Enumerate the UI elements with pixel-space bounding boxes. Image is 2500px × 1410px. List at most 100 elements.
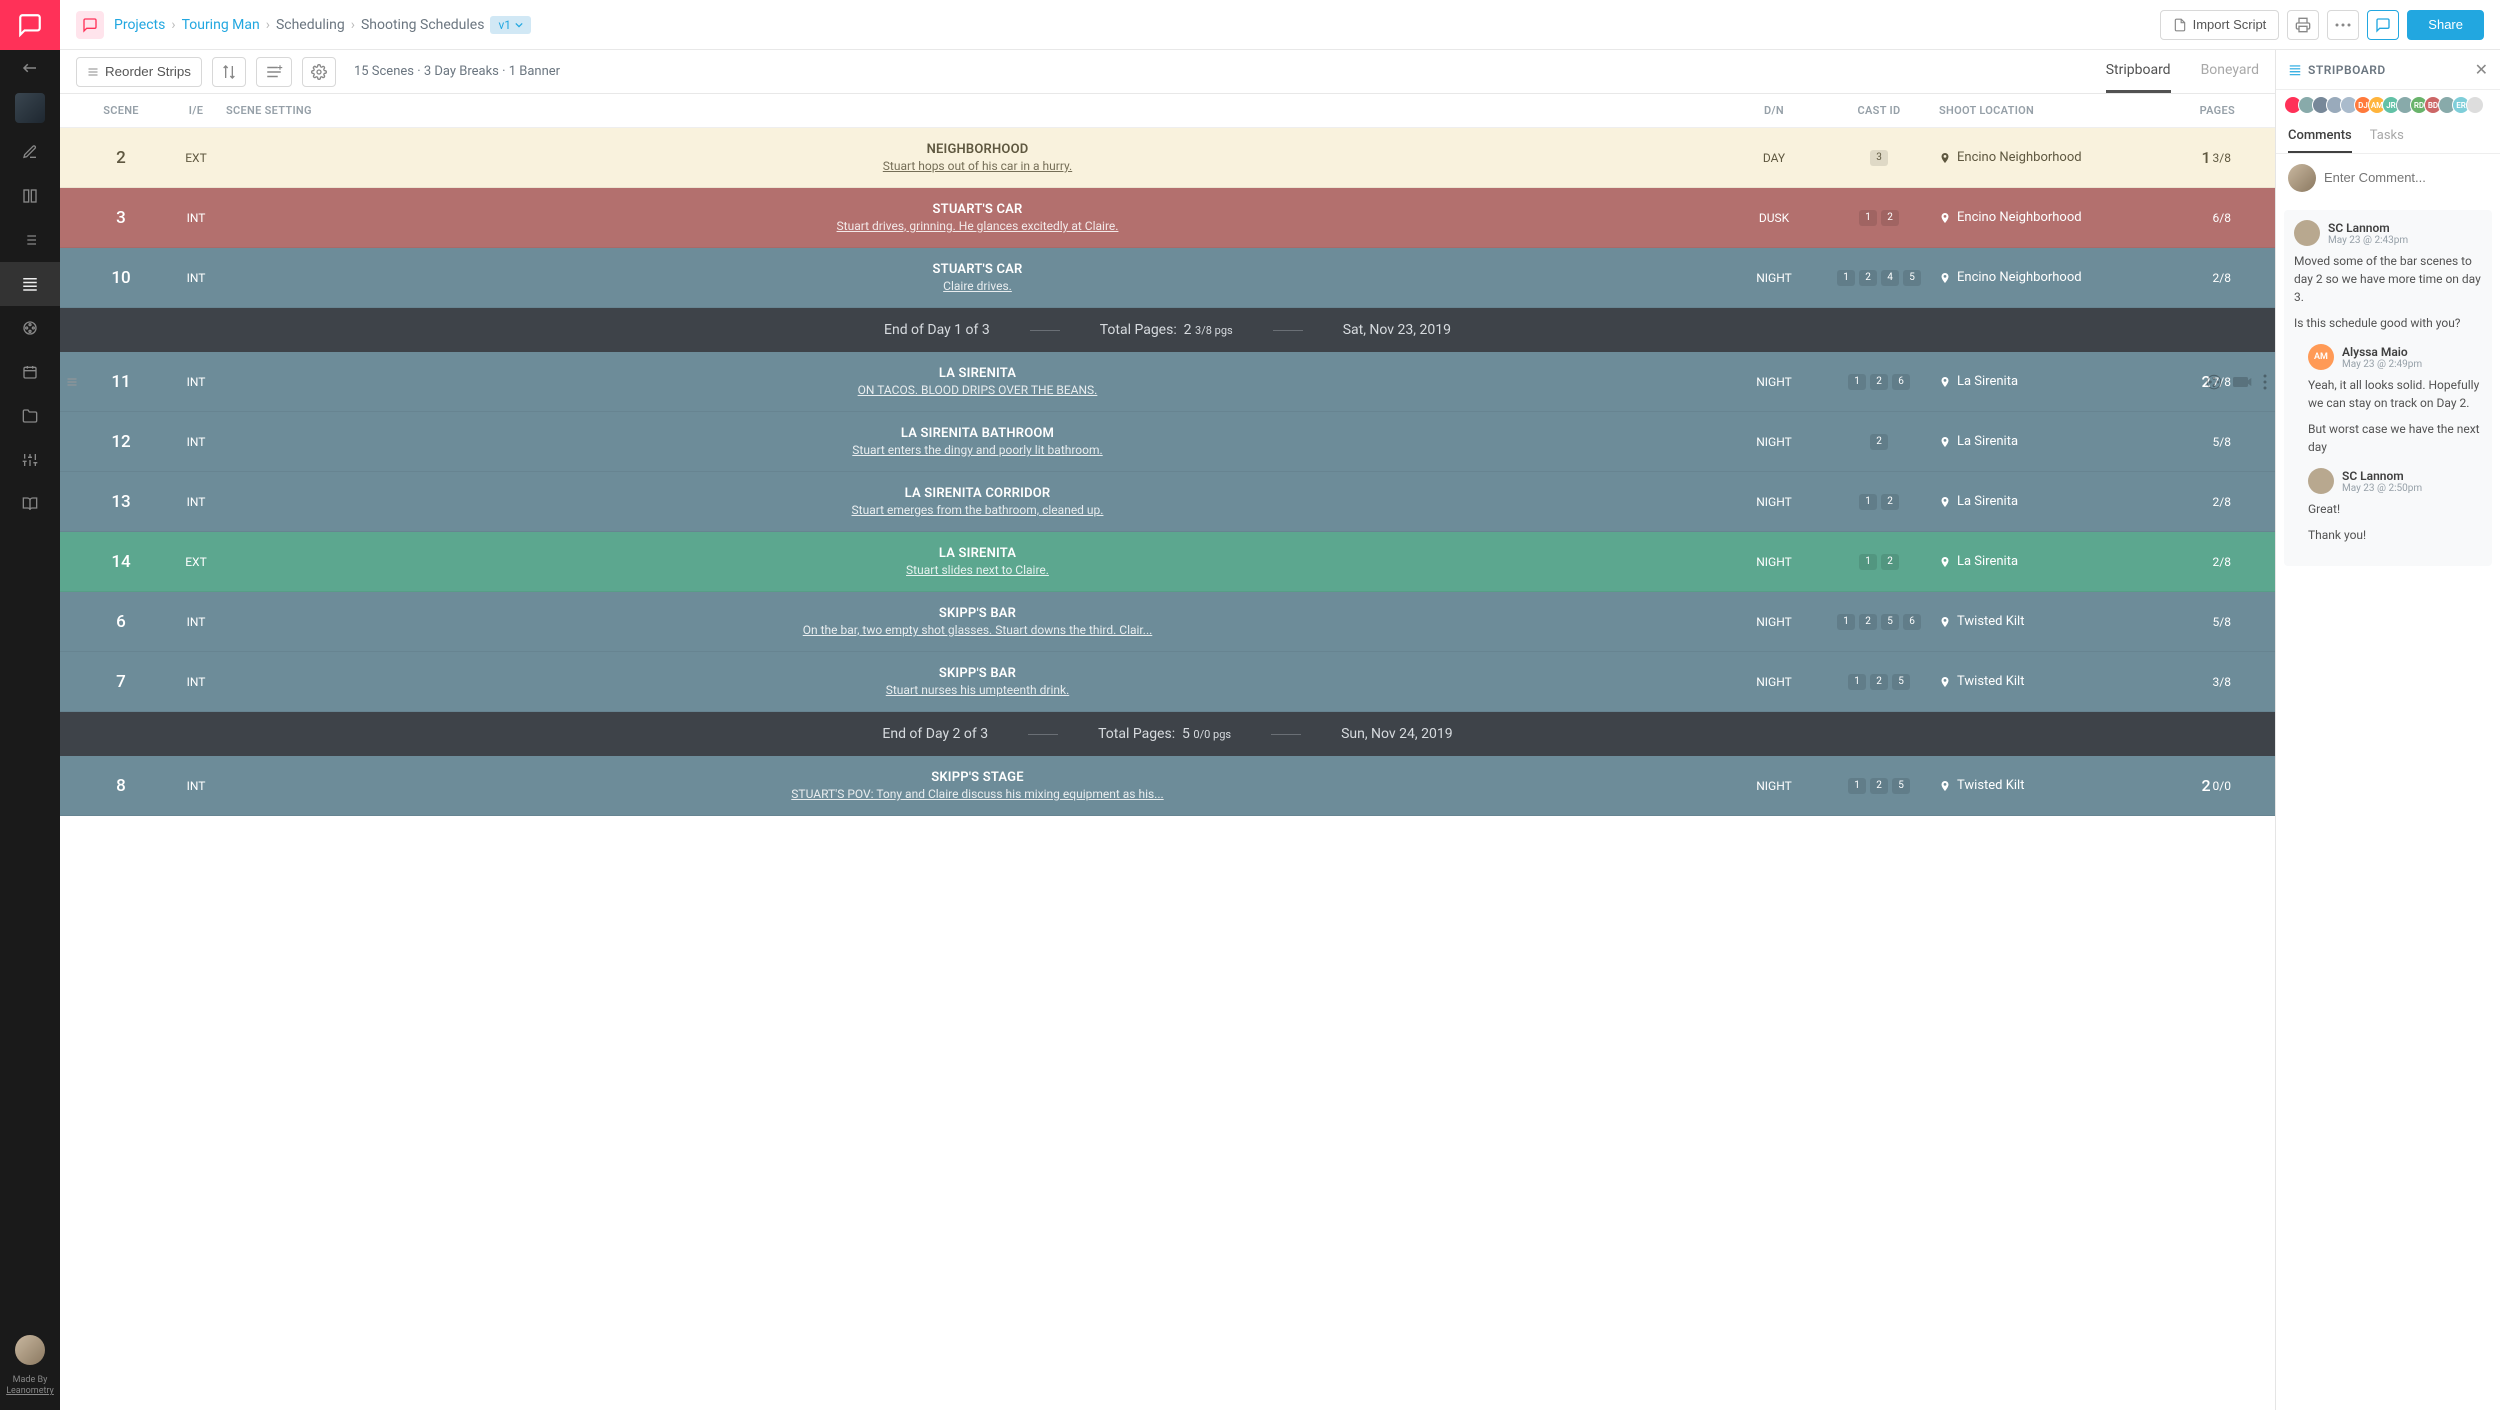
version-selector[interactable]: v1	[490, 16, 531, 34]
col-scene: SCENE	[76, 104, 166, 117]
scene-pages: 20/0	[2139, 770, 2259, 801]
scene-pages: 5/8	[2139, 606, 2259, 637]
scene-setting: STUART'S CAR	[933, 202, 1023, 217]
sidebar-reel-icon[interactable]	[0, 306, 60, 350]
scene-number: 7	[76, 666, 166, 697]
print-button[interactable]	[2287, 10, 2319, 40]
cast-chip: 2	[1870, 374, 1888, 390]
scene-pages: 3/8	[2139, 666, 2259, 697]
user-avatar[interactable]	[15, 1335, 45, 1365]
scene-strip[interactable]: 12 INT LA SIRENITA BATHROOM Stuart enter…	[60, 412, 2275, 472]
row-menu-icon[interactable]	[2263, 374, 2267, 390]
add-daybreak-button[interactable]	[256, 57, 292, 87]
cast-chip: 2	[1881, 554, 1899, 570]
crumb-projects[interactable]: Projects	[114, 17, 165, 33]
scene-dn: DUSK	[1729, 202, 1819, 233]
tab-boneyard[interactable]: Boneyard	[2201, 50, 2259, 93]
sidebar-edit-icon[interactable]	[0, 130, 60, 174]
chevron-right-icon: ›	[351, 17, 355, 33]
sidebar-list-icon[interactable]	[0, 218, 60, 262]
scene-description[interactable]: Stuart emerges from the bathroom, cleane…	[852, 503, 1104, 517]
scene-ie: INT	[166, 770, 226, 801]
more-options-button[interactable]	[2327, 10, 2359, 40]
settings-button[interactable]	[302, 57, 336, 87]
scene-strip[interactable]: 2 EXT NEIGHBORHOOD Stuart hops out of hi…	[60, 128, 2275, 188]
panel-tab-tasks[interactable]: Tasks	[2370, 128, 2404, 153]
app-logo[interactable]	[0, 0, 60, 50]
cast-chip: 5	[1881, 614, 1899, 630]
panel-tab-comments[interactable]: Comments	[2288, 128, 2352, 153]
sidebar-calendar-icon[interactable]	[0, 350, 60, 394]
sidebar-project-thumbnail[interactable]	[0, 86, 60, 130]
comments-toggle-button[interactable]	[2367, 10, 2399, 40]
stripboard-column-headers: SCENE I/E SCENE SETTING D/N CAST ID SHOO…	[60, 94, 2275, 128]
sidebar-book-icon[interactable]	[0, 482, 60, 526]
collaborator-avatar[interactable]	[2466, 96, 2484, 114]
scene-description[interactable]: Claire drives.	[943, 279, 1012, 293]
sidebar-folder-icon[interactable]	[0, 394, 60, 438]
reorder-strips-button[interactable]: Reorder Strips	[76, 57, 202, 87]
scene-description[interactable]: Stuart slides next to Claire.	[906, 563, 1049, 577]
scene-number: 13	[76, 486, 166, 517]
cast-chip: 1	[1859, 554, 1877, 570]
scene-description[interactable]: Stuart enters the dingy and poorly lit b…	[852, 443, 1102, 457]
import-script-button[interactable]: Import Script	[2160, 10, 2280, 40]
comment-input[interactable]	[2324, 164, 2500, 191]
breadcrumb-app-icon[interactable]	[76, 11, 104, 39]
scene-description[interactable]: ON TACOS. BLOOD DRIPS OVER THE BEANS.	[858, 383, 1098, 397]
commenter-avatar	[2294, 220, 2320, 246]
share-button[interactable]: Share	[2407, 10, 2484, 40]
scene-cast: 12	[1859, 486, 1899, 517]
col-cast: CAST ID	[1819, 104, 1939, 117]
crumb-project[interactable]: Touring Man	[182, 17, 260, 33]
footer-credit: Made ByLeanometry	[6, 1375, 54, 1398]
scene-pages: 6/8	[2139, 202, 2259, 233]
scene-pages: 13/8	[2139, 142, 2259, 173]
scene-strip[interactable]: 10 INT STUART'S CAR Claire drives. NIGHT…	[60, 248, 2275, 308]
scene-strip[interactable]: 7 INT SKIPP'S BAR Stuart nurses his umpt…	[60, 652, 2275, 712]
scene-description[interactable]: Stuart drives, grinning. He glances exci…	[837, 219, 1119, 233]
schedule-summary: 15 Scenes · 3 Day Breaks · 1 Banner	[354, 64, 560, 79]
sidebar-panels-icon[interactable]	[0, 174, 60, 218]
scene-strip[interactable]: 3 INT STUART'S CAR Stuart drives, grinni…	[60, 188, 2275, 248]
col-ie: I/E	[166, 104, 226, 117]
daybreak-label: End of Day 2 of 3	[882, 726, 988, 742]
scene-strip[interactable]: 8 INT SKIPP'S STAGE STUART'S POV: Tony a…	[60, 756, 2275, 816]
scene-description[interactable]: On the bar, two empty shot glasses. Stua…	[803, 623, 1153, 637]
tab-stripboard[interactable]: Stripboard	[2106, 50, 2171, 93]
cast-chip: 2	[1859, 270, 1877, 286]
comment-message[interactable]: AM Alyssa Maio May 23 @ 2:49pm Yeah, it …	[2308, 344, 2482, 456]
scene-setting: LA SIRENITA	[939, 366, 1016, 381]
scene-strip[interactable]: 6 INT SKIPP'S BAR On the bar, two empty …	[60, 592, 2275, 652]
scene-description[interactable]: Stuart nurses his umpteenth drink.	[886, 683, 1069, 697]
scene-dn: DAY	[1729, 142, 1819, 173]
scene-cast: 1245	[1837, 262, 1921, 293]
day-break[interactable]: End of Day 1 of 3 Total Pages: 2 3/8 pgs…	[60, 308, 2275, 352]
camera-state-icon[interactable]	[2233, 375, 2253, 389]
comment-time: May 23 @ 2:49pm	[2342, 359, 2422, 370]
close-panel-icon[interactable]: ✕	[2475, 60, 2488, 79]
scene-dn: NIGHT	[1729, 666, 1819, 697]
scene-strip[interactable]: 13 INT LA SIRENITA CORRIDOR Stuart emerg…	[60, 472, 2275, 532]
reel-icon[interactable]	[2205, 373, 2223, 391]
scene-cast: 12	[1859, 202, 1899, 233]
sort-button[interactable]	[212, 57, 246, 87]
sidebar-stripboard-icon[interactable]	[0, 262, 60, 306]
scene-number: 10	[76, 262, 166, 293]
drag-handle-icon[interactable]	[66, 376, 78, 388]
scene-setting: SKIPP'S BAR	[939, 606, 1016, 621]
scene-strip[interactable]: 14 EXT LA SIRENITA Stuart slides next to…	[60, 532, 2275, 592]
panel-title: STRIPBOARD	[2288, 63, 2386, 77]
comment-message[interactable]: SC Lannom May 23 @ 2:43pm Moved some of …	[2294, 220, 2482, 332]
cast-chip: 2	[1870, 778, 1888, 794]
cast-chip: 5	[1903, 270, 1921, 286]
scene-description[interactable]: Stuart hops out of his car in a hurry.	[883, 159, 1072, 173]
cast-chip: 1	[1859, 210, 1877, 226]
scene-description[interactable]: STUART'S POV: Tony and Claire discuss hi…	[791, 787, 1163, 801]
scene-strip[interactable]: 11 INT LA SIRENITA ON TACOS. BLOOD DRIPS…	[60, 352, 2275, 412]
back-icon[interactable]	[0, 50, 60, 86]
day-break[interactable]: End of Day 2 of 3 Total Pages: 5 0/0 pgs…	[60, 712, 2275, 756]
scene-dn: NIGHT	[1729, 262, 1819, 293]
sidebar-sliders-icon[interactable]	[0, 438, 60, 482]
comment-message[interactable]: SC Lannom May 23 @ 2:50pm Great!Thank yo…	[2308, 468, 2482, 544]
